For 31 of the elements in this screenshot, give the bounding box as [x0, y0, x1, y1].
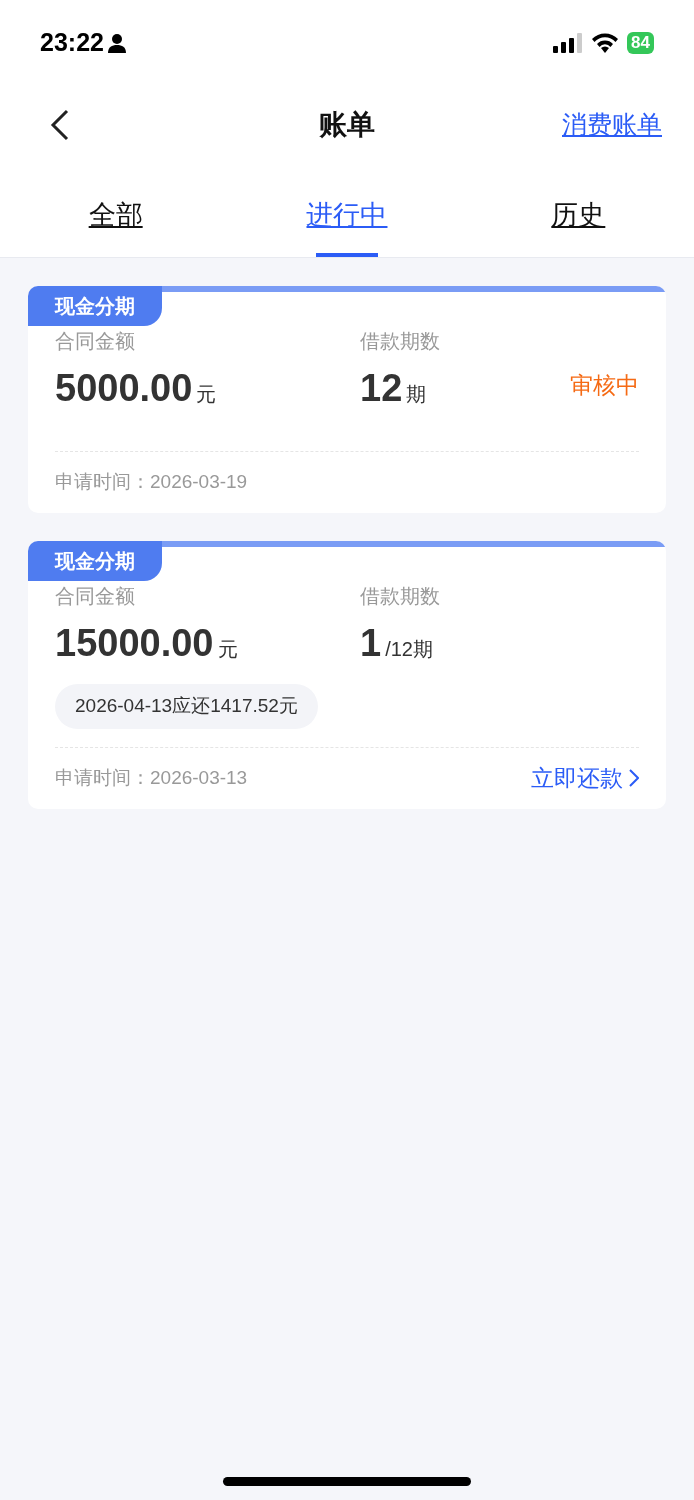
- back-icon[interactable]: [50, 109, 70, 141]
- amount-label: 合同金额: [55, 329, 136, 354]
- amount-value: 15000.00: [55, 621, 214, 666]
- term-value: 12: [360, 366, 403, 411]
- chevron-icon: [629, 769, 639, 787]
- battery-indicator: 84: [627, 31, 654, 54]
- amount-value: 5000.00: [55, 366, 193, 411]
- signal-icon: [553, 32, 584, 53]
- term-unit: /12期: [385, 637, 433, 662]
- apply-time: 申请时间：2026-03-19: [55, 470, 248, 495]
- person-icon: [107, 32, 126, 53]
- tab[interactable]: 进行中: [306, 194, 388, 235]
- amount-unit: 元: [196, 382, 217, 407]
- amount-unit: 元: [217, 637, 238, 662]
- card-tag: 现金分期: [28, 286, 162, 326]
- amount-label: 合同金额: [55, 584, 136, 609]
- repay-now-button[interactable]: 立即还款: [531, 760, 639, 796]
- status-text: 审核中: [570, 371, 639, 401]
- term-label: 借款期数: [360, 584, 441, 609]
- term-unit: 期: [406, 382, 427, 407]
- due-note: 2026-04-13应还1417.52元: [55, 684, 318, 729]
- apply-time: 申请时间：2026-03-13: [55, 765, 248, 790]
- term-value: 1: [360, 621, 382, 666]
- consumption-bill-link[interactable]: 消费账单: [562, 106, 662, 144]
- card-tag: 现金分期: [28, 541, 162, 581]
- page-title: 账单: [319, 108, 375, 142]
- tab[interactable]: 全部: [88, 194, 143, 235]
- wifi-icon: [591, 32, 620, 53]
- status-time: 23:22: [40, 26, 104, 58]
- term-label: 借款期数: [360, 329, 441, 354]
- tab[interactable]: 历史: [551, 194, 606, 235]
